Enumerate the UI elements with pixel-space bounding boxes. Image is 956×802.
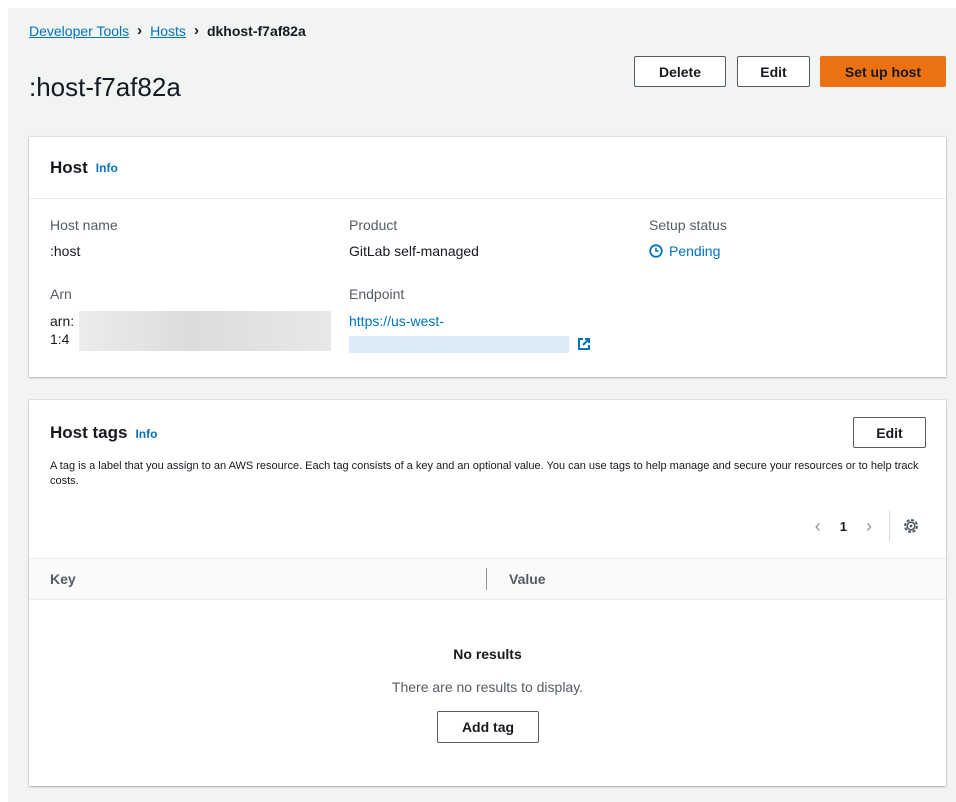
host-info-link[interactable]: Info	[96, 161, 118, 175]
host-tags-header: Host tags Info	[50, 423, 157, 443]
product-label: Product	[349, 217, 398, 233]
chevron-right-icon: ›	[137, 22, 143, 39]
endpoint-redacted	[349, 336, 569, 353]
tags-description: A tag is a label that you assign to an A…	[50, 460, 919, 487]
host-tags-panel: Host tags Info Edit A tag is a label tha…	[29, 400, 946, 786]
arn-value-line1: arn:	[50, 313, 75, 329]
edit-host-button[interactable]: Edit	[737, 56, 810, 87]
host-panel-header: Host Info	[29, 137, 946, 199]
chevron-right-icon: ›	[193, 22, 199, 39]
endpoint-label: Endpoint	[349, 286, 405, 302]
setup-status-value: Pending	[669, 243, 721, 259]
breadcrumb-developer-tools[interactable]: Developer Tools	[29, 23, 129, 39]
host-name-label: Host name	[50, 217, 118, 233]
delete-button[interactable]: Delete	[634, 56, 726, 87]
breadcrumb-hosts[interactable]: Hosts	[150, 23, 186, 39]
host-tags-info-link[interactable]: Info	[135, 427, 157, 441]
pagination: ‹ 1 ›	[808, 511, 920, 541]
column-resizer[interactable]	[486, 568, 487, 590]
column-header-key[interactable]: Key	[50, 571, 76, 587]
pager-divider	[889, 511, 890, 541]
host-name-value: :host	[50, 243, 81, 259]
product-value: GitLab self-managed	[349, 243, 479, 259]
chevron-left-icon[interactable]: ‹	[808, 516, 828, 537]
arn-value-line2: 1:4	[50, 331, 74, 347]
gear-icon[interactable]	[902, 517, 920, 535]
host-tags-title: Host tags	[50, 423, 128, 442]
endpoint-link[interactable]: https://us-west-	[349, 313, 444, 329]
set-up-host-button[interactable]: Set up host	[820, 56, 946, 87]
host-panel-title: Host	[50, 157, 88, 177]
empty-state-title: No results	[453, 646, 522, 662]
breadcrumb: Developer Tools › Hosts › dkhost-f7af82a	[29, 22, 306, 39]
breadcrumb-current: dkhost-f7af82a	[206, 22, 306, 39]
setup-status: Pending	[649, 243, 720, 259]
add-tag-button[interactable]: Add tag	[437, 711, 539, 743]
arn-redacted	[79, 311, 331, 351]
empty-state-description: There are no results to display.	[391, 679, 584, 695]
edit-tags-button[interactable]: Edit	[853, 417, 926, 448]
host-panel: Host Info Host name :host Product GitLab…	[29, 137, 946, 377]
column-header-value[interactable]: Value	[509, 571, 546, 587]
clock-icon	[649, 244, 663, 258]
chevron-right-icon[interactable]: ›	[859, 516, 879, 537]
external-link-icon[interactable]	[577, 337, 591, 351]
page-number[interactable]: 1	[840, 519, 847, 534]
table-header: Key Value	[29, 558, 946, 600]
arn-label: Arn	[50, 286, 72, 302]
page-title: :host-f7af82a	[29, 72, 181, 102]
setup-status-label: Setup status	[649, 217, 727, 233]
